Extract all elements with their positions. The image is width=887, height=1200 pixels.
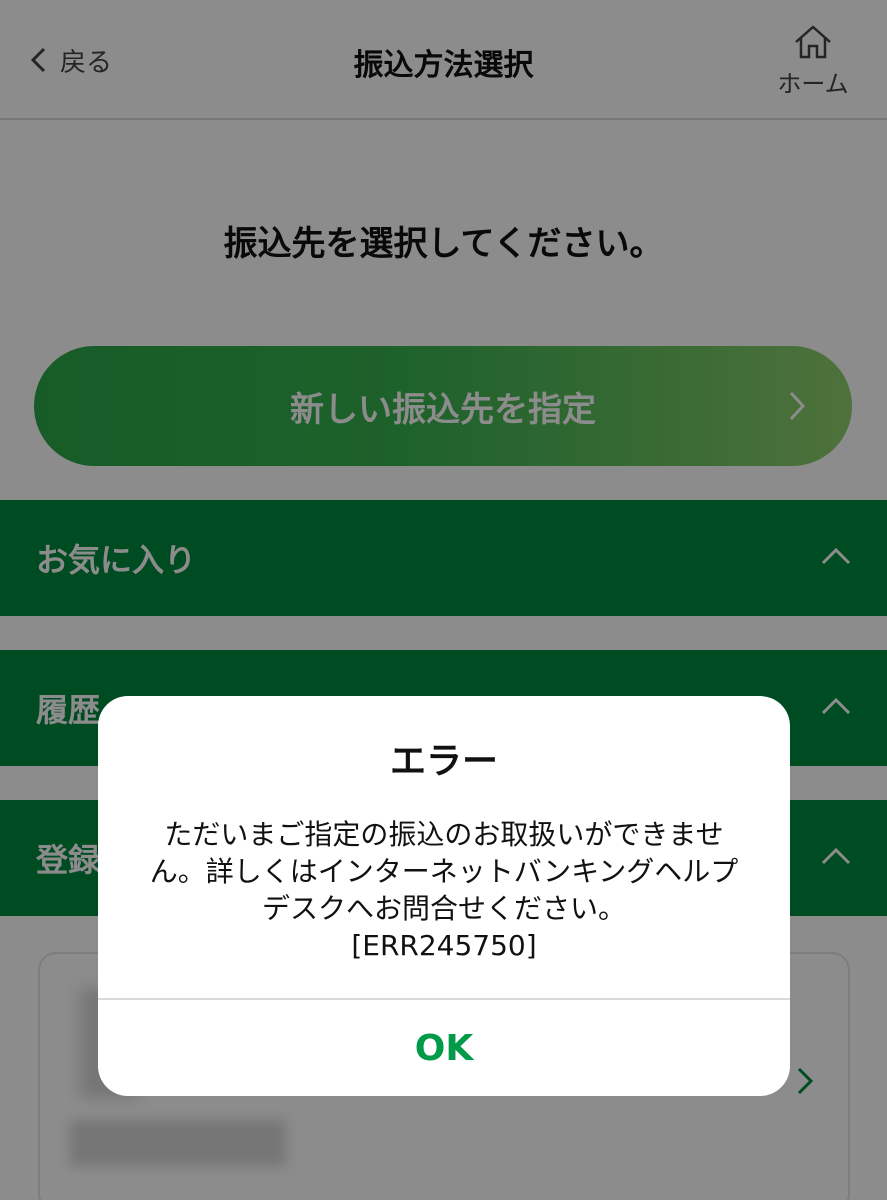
dialog-message-line: ただいまご指定の振込のお取扱いができませ (164, 818, 724, 851)
dialog-message: ただいまご指定の振込のお取扱いができませ ん。詳しくはインターネットバンキングヘ… (128, 816, 760, 964)
screen: 戻る 振込方法選択 ホーム 振込先を選択してください。 新しい振込先を指定 お気… (0, 0, 887, 1200)
ok-button[interactable]: OK (98, 1000, 790, 1096)
dialog-message-line: ん。詳しくはインターネットバンキングヘルプ (149, 855, 739, 888)
dialog-title: エラー (389, 741, 498, 782)
error-code: [ERR245750] (351, 929, 537, 962)
dialog-message-line: デスクへお問合せください。 (261, 892, 626, 925)
error-dialog: エラー ただいまご指定の振込のお取扱いができませ ん。詳しくはインターネットバン… (98, 696, 790, 1096)
